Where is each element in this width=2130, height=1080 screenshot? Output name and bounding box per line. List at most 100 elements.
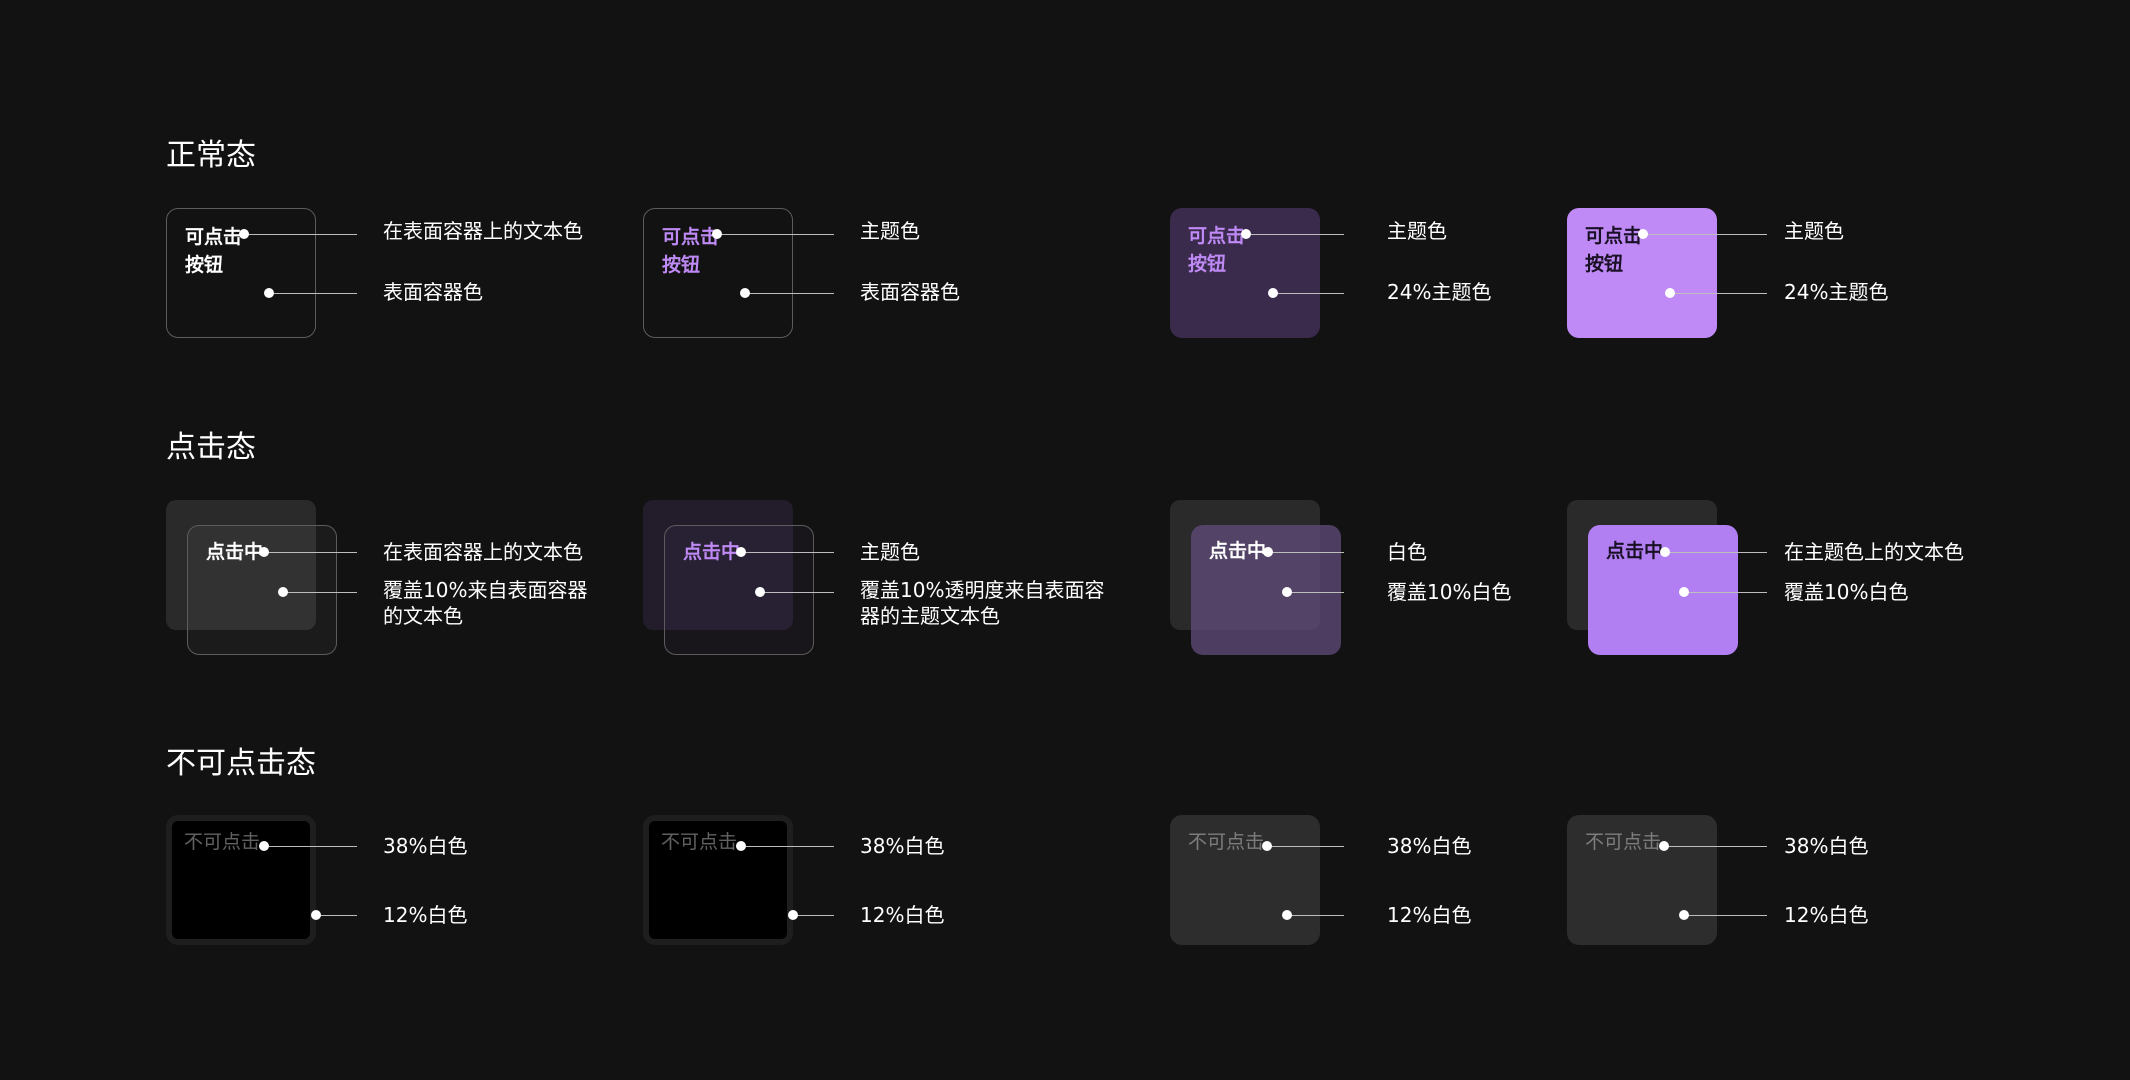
anchor-dot: [740, 288, 750, 298]
pressed-outlined-spec: 点击中 在表面容器上的文本色 覆盖10%来自表面容器的文本色: [166, 500, 626, 680]
leader-line: [1246, 234, 1344, 235]
anchor-dot: [1262, 841, 1272, 851]
normal-outlined-button[interactable]: 可点击 按钮: [166, 208, 316, 338]
leader-line: [1273, 293, 1344, 294]
annotation-text-color: 38%白色: [1387, 834, 1472, 858]
button-label: 点击中: [206, 541, 264, 563]
annotation-overlay: 覆盖10%来自表面容器的文本色: [383, 578, 588, 628]
normal-outlined-spec: 可点击 按钮 在表面容器上的文本色 表面容器色: [166, 208, 626, 388]
leader-line: [717, 234, 834, 235]
normal-filled-button[interactable]: 可点击 按钮: [1567, 208, 1717, 338]
anchor-dot: [736, 547, 746, 557]
disabled-outlined-spec: 不可点击 38%白色 12%白色: [166, 815, 626, 995]
anchor-dot: [736, 841, 746, 851]
annotation-text-color: 主题色: [1784, 219, 1844, 243]
anchor-dot: [1282, 910, 1292, 920]
leader-line: [1664, 846, 1767, 847]
leader-line: [1665, 552, 1767, 553]
leader-line: [1684, 915, 1767, 916]
disabled-outlined-theme-button: 不可点击: [643, 815, 793, 945]
pressed-filled-button[interactable]: 点击中: [1588, 525, 1738, 655]
leader-line: [1684, 592, 1767, 593]
disabled-filled-button: 不可点击: [1567, 815, 1717, 945]
leader-line: [1670, 293, 1767, 294]
leader-line: [283, 592, 357, 593]
anchor-dot: [1665, 288, 1675, 298]
annotation-text-color: 白色: [1387, 540, 1427, 564]
button-label: 点击中: [1209, 540, 1267, 562]
anchor-dot: [1282, 587, 1292, 597]
anchor-dot: [239, 229, 249, 239]
button-label: 点击中: [683, 541, 741, 563]
annotation-overlay: 覆盖10%白色: [1784, 580, 1909, 604]
pressed-outlined-theme-spec: 点击中 主题色 覆盖10%透明度来自表面容器的主题文本色: [643, 500, 1104, 680]
disabled-tonal-spec: 不可点击 38%白色 12%白色: [1170, 815, 1630, 995]
anchor-dot: [1659, 841, 1669, 851]
annotation-container-color: 表面容器色: [860, 280, 960, 304]
anchor-dot: [755, 587, 765, 597]
anchor-dot: [1679, 910, 1689, 920]
button-label: 点击中: [1606, 540, 1664, 562]
anchor-dot: [264, 288, 274, 298]
section-title-pressed: 点击态: [166, 430, 256, 465]
leader-line: [741, 846, 834, 847]
annotation-text-color: 主题色: [860, 219, 920, 243]
leader-line: [1268, 552, 1344, 553]
section-title-disabled: 不可点击态: [166, 746, 316, 781]
annotation-container-color: 24%主题色: [1784, 280, 1889, 304]
button-label: 不可点击: [1188, 831, 1265, 853]
pressed-outlined-button[interactable]: 点击中: [187, 525, 337, 655]
normal-tonal-spec: 可点击 按钮 主题色 24%主题色: [1170, 208, 1630, 388]
anchor-dot: [311, 910, 321, 920]
button-label: 可点击 按钮: [185, 226, 243, 276]
annotation-overlay: 覆盖10%白色: [1387, 580, 1512, 604]
normal-tonal-button[interactable]: 可点击 按钮: [1170, 208, 1320, 338]
leader-line: [745, 293, 834, 294]
anchor-dot: [1638, 229, 1648, 239]
button-label: 不可点击: [661, 831, 738, 853]
normal-outlined-theme-button[interactable]: 可点击 按钮: [643, 208, 793, 338]
leader-line: [264, 552, 357, 553]
pressed-tonal-button[interactable]: 点击中: [1191, 525, 1341, 655]
leader-line: [1643, 234, 1767, 235]
anchor-dot: [1241, 229, 1251, 239]
pressed-filled-spec: 点击中 在主题色上的文本色 覆盖10%白色: [1567, 500, 2027, 680]
annotation-container-color: 12%白色: [860, 903, 945, 927]
leader-line: [1267, 846, 1344, 847]
pressed-tonal-spec: 点击中 白色 覆盖10%白色: [1170, 500, 1630, 680]
normal-filled-spec: 可点击 按钮 主题色 24%主题色: [1567, 208, 2027, 388]
leader-line: [793, 915, 834, 916]
leader-line: [269, 293, 357, 294]
pressed-outlined-theme-button[interactable]: 点击中: [664, 525, 814, 655]
anchor-dot: [1263, 547, 1273, 557]
annotation-text-color: 38%白色: [1784, 834, 1869, 858]
anchor-dot: [1679, 587, 1689, 597]
disabled-tonal-button: 不可点击: [1170, 815, 1320, 945]
normal-outlined-theme-spec: 可点击 按钮 主题色 表面容器色: [643, 208, 1103, 388]
button-label: 不可点击: [184, 831, 261, 853]
leader-line: [741, 552, 834, 553]
leader-line: [1287, 592, 1344, 593]
section-title-normal: 正常态: [166, 138, 256, 173]
anchor-dot: [278, 587, 288, 597]
annotation-text-color: 38%白色: [860, 834, 945, 858]
anchor-dot: [1268, 288, 1278, 298]
annotation-text-color: 主题色: [1387, 219, 1447, 243]
anchor-dot: [259, 547, 269, 557]
annotation-overlay: 覆盖10%透明度来自表面容器的主题文本色: [860, 578, 1105, 628]
annotation-text-color: 在表面容器上的文本色: [383, 219, 583, 243]
annotation-container-color: 表面容器色: [383, 280, 483, 304]
annotation-text-color: 在主题色上的文本色: [1784, 540, 1964, 564]
annotation-text-color: 在表面容器上的文本色: [383, 540, 583, 564]
annotation-container-color: 12%白色: [1387, 903, 1472, 927]
leader-line: [264, 846, 357, 847]
button-label: 可点击 按钮: [662, 226, 720, 276]
disabled-filled-spec: 不可点击 38%白色 12%白色: [1567, 815, 2027, 995]
anchor-dot: [259, 841, 269, 851]
button-label: 不可点击: [1585, 831, 1662, 853]
leader-line: [1287, 915, 1344, 916]
leader-line: [760, 592, 834, 593]
anchor-dot: [1660, 547, 1670, 557]
disabled-outlined-button: 不可点击: [166, 815, 316, 945]
leader-line: [244, 234, 357, 235]
